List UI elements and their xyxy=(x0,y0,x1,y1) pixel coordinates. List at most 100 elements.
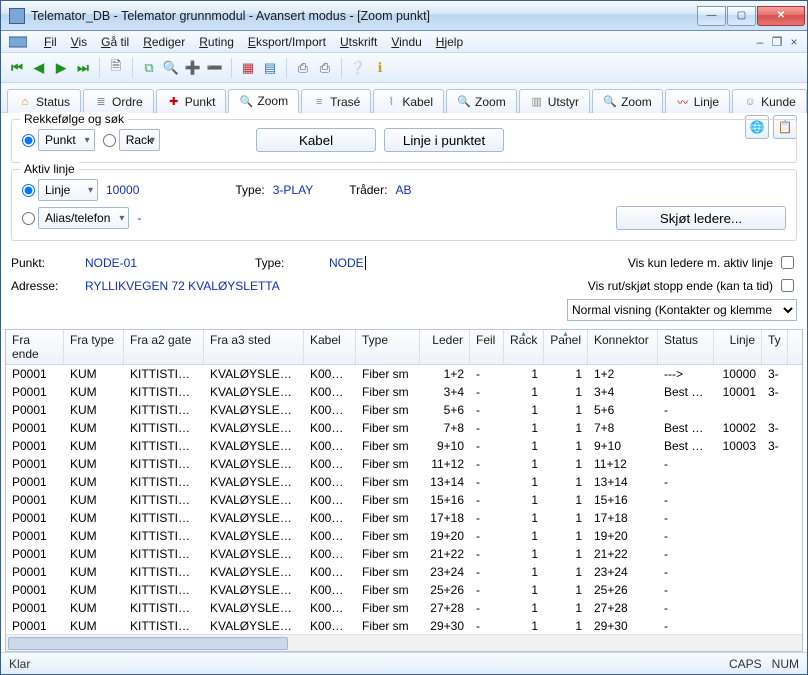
tb-zoomout-icon[interactable]: ➖ xyxy=(205,58,225,78)
tab-zoom[interactable]: 🔍Zoom xyxy=(446,89,517,113)
cell: 1 xyxy=(544,563,588,581)
table-row[interactable]: P0001KUMKITTISTIEN 3KVALØYSLETTAK00001Fi… xyxy=(6,527,802,545)
menu-gtil[interactable]: Gå til xyxy=(94,33,136,51)
table-row[interactable]: P0001KUMKITTISTIEN 3KVALØYSLETTAK00001Fi… xyxy=(6,581,802,599)
table-row[interactable]: P0001KUMKITTISTIEN 3KVALØYSLETTAK00001Fi… xyxy=(6,563,802,581)
table-row[interactable]: P0001KUMKITTISTIEN 3KVALØYSLETTAK00001Fi… xyxy=(6,383,802,401)
cell xyxy=(762,473,788,491)
tab-zoom[interactable]: 🔍Zoom xyxy=(592,89,663,113)
mdi-restore-icon[interactable]: ❐ xyxy=(770,35,784,49)
tb-find-icon[interactable]: 🔍 xyxy=(161,58,181,78)
kabel-button[interactable]: Kabel xyxy=(256,128,376,152)
tb-whatsthis-icon[interactable]: ℹ xyxy=(370,58,390,78)
plus-icon: ✚ xyxy=(167,95,181,109)
cell: KVALØYSLETTA xyxy=(204,491,304,509)
cell: KVALØYSLETTA xyxy=(204,581,304,599)
linje-i-punktet-button[interactable]: Linje i punktet xyxy=(384,128,504,152)
punkt-radio[interactable]: Punkt xyxy=(22,129,95,151)
tb-zoomin-icon[interactable]: ➕ xyxy=(183,58,203,78)
tab-kabel[interactable]: ⌇Kabel xyxy=(373,89,444,113)
cell xyxy=(762,455,788,473)
menu-eksportimport[interactable]: Eksport/Import xyxy=(241,33,333,51)
tab-status[interactable]: ⌂Status xyxy=(7,89,81,113)
nav-prev-icon[interactable]: ◀ xyxy=(29,58,49,78)
table-row[interactable]: P0001KUMKITTISTIEN 3KVALØYSLETTAK00001Fi… xyxy=(6,473,802,491)
tab-zoom[interactable]: 🔍Zoom xyxy=(228,89,299,113)
table-row[interactable]: P0001KUMKITTISTIEN 3KVALØYSLETTAK00001Fi… xyxy=(6,617,802,634)
mdi-minimize-icon[interactable]: – xyxy=(753,35,767,49)
close-button[interactable]: ✕ xyxy=(757,6,805,26)
table-row[interactable]: P0001KUMKITTISTIEN 3KVALØYSLETTAK00001Fi… xyxy=(6,365,802,383)
table-row[interactable]: P0001KUMKITTISTIEN 3KVALØYSLETTAK00001Fi… xyxy=(6,437,802,455)
menu-vis[interactable]: Vis xyxy=(64,33,94,51)
menu-hjelp[interactable]: Hjelp xyxy=(429,33,470,51)
chk-aktiv-linje[interactable]: Vis kun ledere m. aktiv linje xyxy=(628,253,797,272)
menu-fil[interactable]: Fil xyxy=(37,33,64,51)
tab-tras[interactable]: ≡Trasé xyxy=(301,89,371,113)
maximize-button[interactable]: ▢ xyxy=(727,6,756,26)
col-header[interactable]: Fra a3 sted xyxy=(204,330,304,364)
col-header[interactable]: Status xyxy=(658,330,714,364)
tb-print-icon[interactable]: ⎙ xyxy=(293,58,313,78)
cell: 1 xyxy=(544,617,588,634)
linje-radio[interactable]: Linje xyxy=(22,179,98,201)
menu-rediger[interactable]: Rediger xyxy=(136,33,192,51)
tb-tool2-icon[interactable]: ▤ xyxy=(260,58,280,78)
col-header[interactable]: Panel xyxy=(544,330,588,364)
col-header[interactable]: Fra ende xyxy=(6,330,64,364)
nav-first-icon[interactable]: ⏮ xyxy=(7,58,27,78)
tb-doc-icon[interactable]: 🗎 xyxy=(106,58,126,78)
tab-ordre[interactable]: ≣Ordre xyxy=(83,89,154,113)
chk-rut-skjot[interactable]: Vis rut/skjøt stopp ende (kan ta tid) xyxy=(588,276,797,295)
tab-linje[interactable]: 〰Linje xyxy=(665,89,730,113)
cell: 1 xyxy=(504,437,544,455)
tb-help-icon[interactable]: ❔ xyxy=(348,58,368,78)
menu-ruting[interactable]: Ruting xyxy=(192,33,241,51)
rack-radio[interactable]: Rack xyxy=(103,129,160,151)
mdi-close-icon[interactable]: × xyxy=(787,35,801,49)
table-row[interactable]: P0001KUMKITTISTIEN 3KVALØYSLETTAK00001Fi… xyxy=(6,401,802,419)
col-header[interactable]: Konnektor xyxy=(588,330,658,364)
grid-body[interactable]: P0001KUMKITTISTIEN 3KVALØYSLETTAK00001Fi… xyxy=(6,365,802,634)
tb-tool1-icon[interactable]: ▦ xyxy=(238,58,258,78)
col-header[interactable]: Fra type xyxy=(64,330,124,364)
menu-utskrift[interactable]: Utskrift xyxy=(333,33,384,51)
col-header[interactable]: Fra a2 gate xyxy=(124,330,204,364)
tab-utstyr[interactable]: ▥Utstyr xyxy=(519,89,590,113)
col-header[interactable]: Leder xyxy=(420,330,470,364)
horizontal-scrollbar[interactable] xyxy=(6,634,802,651)
nav-next-icon[interactable]: ▶ xyxy=(51,58,71,78)
cell: 25+26 xyxy=(588,581,658,599)
table-row[interactable]: P0001KUMKITTISTIEN 3KVALØYSLETTAK00001Fi… xyxy=(6,491,802,509)
tb-printall-icon[interactable]: ⎙ xyxy=(315,58,335,78)
col-header[interactable]: Rack xyxy=(504,330,544,364)
cell xyxy=(762,617,788,634)
cell: 10002 xyxy=(714,419,762,437)
col-header[interactable]: Feil xyxy=(470,330,504,364)
table-row[interactable]: P0001KUMKITTISTIEN 3KVALØYSLETTAK00001Fi… xyxy=(6,419,802,437)
view-select[interactable]: Normal visning (Kontakter og klemme xyxy=(567,299,797,321)
skjot-ledere-button[interactable]: Skjøt ledere... xyxy=(616,206,786,230)
cell: KVALØYSLETTA xyxy=(204,365,304,383)
cell: P0001 xyxy=(6,401,64,419)
nav-last-icon[interactable]: ⏭ xyxy=(73,58,93,78)
table-row[interactable]: P0001KUMKITTISTIEN 3KVALØYSLETTAK00001Fi… xyxy=(6,509,802,527)
col-header[interactable]: Linje xyxy=(714,330,762,364)
statusbar: Klar CAPS NUM xyxy=(1,652,807,674)
minimize-button[interactable]: — xyxy=(697,6,726,26)
cell: KUM xyxy=(64,509,124,527)
cell: ---> xyxy=(658,365,714,383)
cell: 13+14 xyxy=(420,473,470,491)
menu-vindu[interactable]: Vindu xyxy=(384,33,428,51)
col-header[interactable]: Ty xyxy=(762,330,788,364)
tab-punkt[interactable]: ✚Punkt xyxy=(156,89,227,113)
col-header[interactable]: Type xyxy=(356,330,420,364)
tab-kunde[interactable]: ☺Kunde xyxy=(732,89,807,113)
col-header[interactable]: Kabel xyxy=(304,330,356,364)
table-row[interactable]: P0001KUMKITTISTIEN 3KVALØYSLETTAK00001Fi… xyxy=(6,545,802,563)
table-row[interactable]: P0001KUMKITTISTIEN 3KVALØYSLETTAK00001Fi… xyxy=(6,455,802,473)
alias-radio[interactable]: Alias/telefon xyxy=(22,207,129,229)
cell: 29+30 xyxy=(420,617,470,634)
table-row[interactable]: P0001KUMKITTISTIEN 3KVALØYSLETTAK00001Fi… xyxy=(6,599,802,617)
tb-copy-icon[interactable]: ⧉ xyxy=(139,58,159,78)
